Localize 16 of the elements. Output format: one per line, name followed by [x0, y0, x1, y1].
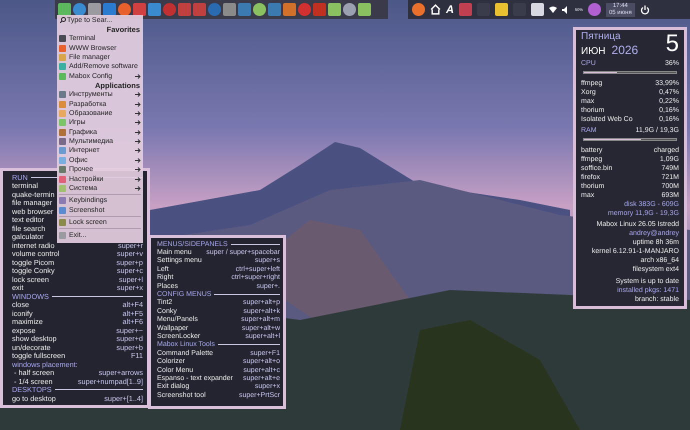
search-icon	[60, 17, 66, 23]
app-launcher-icon[interactable]	[118, 3, 131, 16]
app-launcher-icon[interactable]	[103, 3, 116, 16]
app-launcher-icon[interactable]	[343, 3, 356, 16]
volume-icon[interactable]	[562, 6, 570, 14]
wifi-icon[interactable]	[548, 6, 557, 14]
house-icon[interactable]	[430, 4, 441, 15]
weekday: Пятница	[581, 32, 622, 42]
day-number: 5	[666, 32, 679, 57]
tray-letter[interactable]: A	[446, 4, 454, 16]
app-launcher-icon[interactable]	[73, 3, 86, 16]
app-launcher-icon[interactable]	[133, 3, 146, 16]
year: 2026	[612, 44, 638, 56]
power-icon[interactable]	[640, 4, 650, 14]
month: ИЮН	[581, 47, 606, 57]
app-launcher-icon[interactable]	[253, 3, 266, 16]
